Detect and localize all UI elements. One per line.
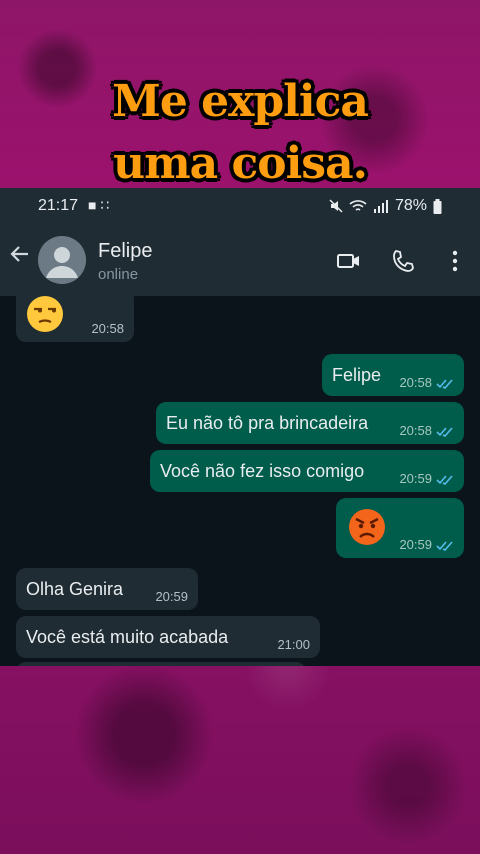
video-call-button[interactable]: [336, 248, 362, 274]
contact-status: online: [98, 266, 139, 283]
unamused-face-emoji: [27, 296, 63, 332]
message-time: 20:58: [399, 375, 432, 390]
message-incoming-partial[interactable]: [16, 662, 306, 666]
video-camera-icon: [337, 254, 359, 268]
caption-line-1: Me explica: [112, 76, 369, 127]
phone-icon: [393, 250, 414, 272]
back-arrow-icon[interactable]: [8, 242, 32, 266]
message-time: 20:58: [91, 321, 124, 336]
status-time: 21:17: [38, 197, 79, 214]
double-check-read-icon: [436, 379, 453, 389]
double-check-read-icon: [436, 541, 453, 551]
apps-grid-icon: ∷: [100, 197, 110, 213]
message-incoming[interactable]: Você está muito acabada 21:00: [16, 616, 320, 658]
voice-call-button[interactable]: [390, 248, 416, 274]
chat-header: Felipe online: [0, 224, 480, 296]
notification-icons: ■ ∷: [88, 197, 109, 214]
avatar[interactable]: [38, 236, 86, 284]
double-check-read-icon: [436, 475, 453, 485]
message-time: 20:59: [399, 471, 432, 486]
mute-icon: [329, 199, 343, 213]
default-avatar-icon: [38, 236, 86, 284]
message-time: 20:58: [399, 423, 432, 438]
message-time: 20:59: [399, 537, 432, 552]
status-right: 78%: [329, 197, 442, 215]
status-bar: 21:17 ■ ∷ 78%: [0, 188, 480, 224]
message-text: Você não fez isso comigo: [160, 461, 365, 481]
message-outgoing[interactable]: 20:59: [336, 498, 464, 558]
message-outgoing[interactable]: Você não fez isso comigo 20:59: [150, 450, 464, 492]
message-incoming[interactable]: 20:58: [16, 288, 134, 342]
more-options-button[interactable]: [442, 248, 468, 274]
message-list: 20:58 Felipe 20:58 Eu não tô pra brincad…: [0, 288, 480, 666]
signal-icon: [373, 200, 388, 213]
angry-face-emoji: [349, 509, 385, 545]
message-text: Olha Genira: [26, 579, 124, 599]
video-recording-icon: ■: [88, 197, 97, 213]
contact-name[interactable]: Felipe: [98, 240, 152, 263]
battery-icon: [433, 198, 442, 214]
wifi-icon: [349, 200, 367, 211]
caption-line-2: uma coisa.: [113, 138, 368, 189]
message-time: 20:59: [155, 589, 188, 604]
message-outgoing[interactable]: Felipe 20:58: [322, 354, 464, 396]
message-outgoing[interactable]: Eu não tô pra brincadeira 20:58: [156, 402, 464, 444]
message-text: Você está muito acabada: [26, 627, 229, 647]
double-check-read-icon: [436, 427, 453, 437]
phone-screen: 21:17 ■ ∷ 78% Felipe online 20:58 Felipe…: [0, 188, 480, 666]
message-text: Eu não tô pra brincadeira: [166, 413, 369, 433]
message-text: Felipe: [332, 365, 382, 385]
battery-percent: 78%: [394, 197, 427, 214]
more-vertical-icon: [452, 250, 458, 272]
message-time: 21:00: [277, 637, 310, 652]
message-incoming[interactable]: Olha Genira 20:59: [16, 568, 198, 610]
